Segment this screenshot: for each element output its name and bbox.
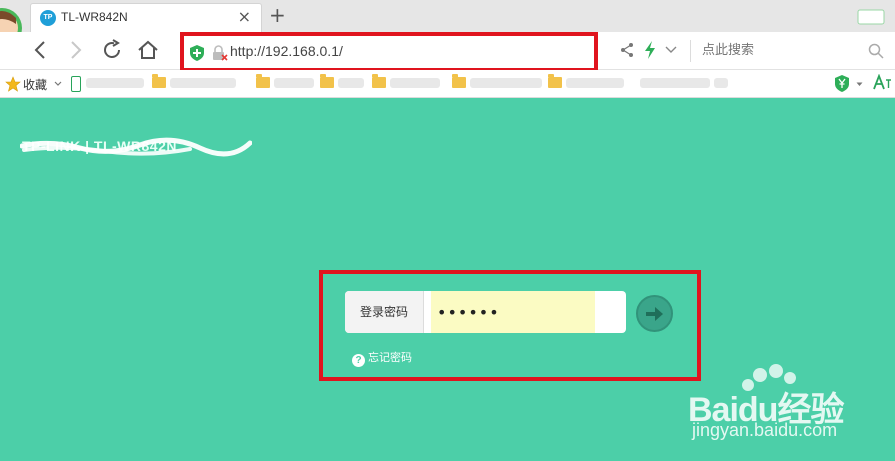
- tp-link-favicon-icon: TP: [40, 10, 56, 26]
- folder-icon[interactable]: [372, 74, 386, 88]
- forgot-password-link[interactable]: ? 忘记密码: [352, 349, 412, 367]
- login-submit-button[interactable]: [636, 295, 673, 332]
- bolt-icon[interactable]: [644, 41, 656, 59]
- password-label: 登录密码: [345, 291, 424, 333]
- share-icon[interactable]: [620, 42, 634, 58]
- folder-icon[interactable]: [256, 74, 270, 88]
- search-input[interactable]: [702, 38, 862, 62]
- bookmark-item[interactable]: [274, 78, 314, 88]
- search-icon[interactable]: [868, 43, 884, 59]
- chevron-down-icon[interactable]: [665, 46, 677, 54]
- tab-strip: TP TL-WR842N × +: [0, 0, 895, 48]
- bookmark-item[interactable]: [566, 78, 624, 88]
- arrow-right-icon: [646, 307, 663, 321]
- chevron-down-icon[interactable]: [54, 81, 62, 87]
- bookmark-item[interactable]: [170, 78, 236, 88]
- back-icon[interactable]: [28, 37, 54, 63]
- chevron-down-icon[interactable]: [856, 82, 863, 87]
- home-icon[interactable]: [135, 37, 161, 63]
- yen-shield-icon[interactable]: [835, 75, 849, 92]
- forward-icon[interactable]: [62, 37, 88, 63]
- url-input[interactable]: [230, 43, 530, 59]
- tab-close-button[interactable]: ×: [238, 8, 251, 26]
- bookmark-item[interactable]: [714, 78, 728, 88]
- star-icon[interactable]: [5, 76, 21, 92]
- bookmark-item[interactable]: [390, 78, 440, 88]
- help-icon: ?: [352, 354, 365, 367]
- bookmark-item[interactable]: [470, 78, 542, 88]
- tab-title: TL-WR842N: [61, 10, 128, 24]
- window-controls[interactable]: [848, 6, 895, 28]
- lock-icon[interactable]: [212, 45, 228, 61]
- tab-router-login[interactable]: TP TL-WR842N ×: [30, 3, 262, 32]
- phone-icon[interactable]: [71, 76, 81, 92]
- shield-icon[interactable]: [190, 45, 204, 61]
- login-form: 登录密码: [345, 291, 626, 333]
- favorites-label[interactable]: 收藏: [23, 76, 47, 93]
- watermark-url: jingyan.baidu.com: [692, 420, 838, 440]
- divider: [690, 40, 691, 62]
- new-tab-button[interactable]: +: [269, 3, 286, 27]
- bookmark-item[interactable]: [338, 78, 364, 88]
- navigation-bar: [0, 32, 895, 72]
- reload-icon[interactable]: [99, 37, 125, 63]
- folder-icon[interactable]: [452, 74, 466, 88]
- bookmarks-bar: 收藏: [0, 70, 895, 98]
- folder-icon[interactable]: [152, 74, 166, 88]
- folder-icon[interactable]: [548, 74, 562, 88]
- folder-icon[interactable]: [320, 74, 334, 88]
- translate-icon[interactable]: [872, 74, 892, 92]
- forgot-password-label: 忘记密码: [368, 351, 412, 364]
- address-bar[interactable]: [180, 32, 598, 72]
- bookmark-item[interactable]: [640, 78, 710, 88]
- redaction-scribble: [20, 137, 252, 157]
- bookmark-item[interactable]: [86, 78, 144, 88]
- password-input[interactable]: [431, 291, 595, 333]
